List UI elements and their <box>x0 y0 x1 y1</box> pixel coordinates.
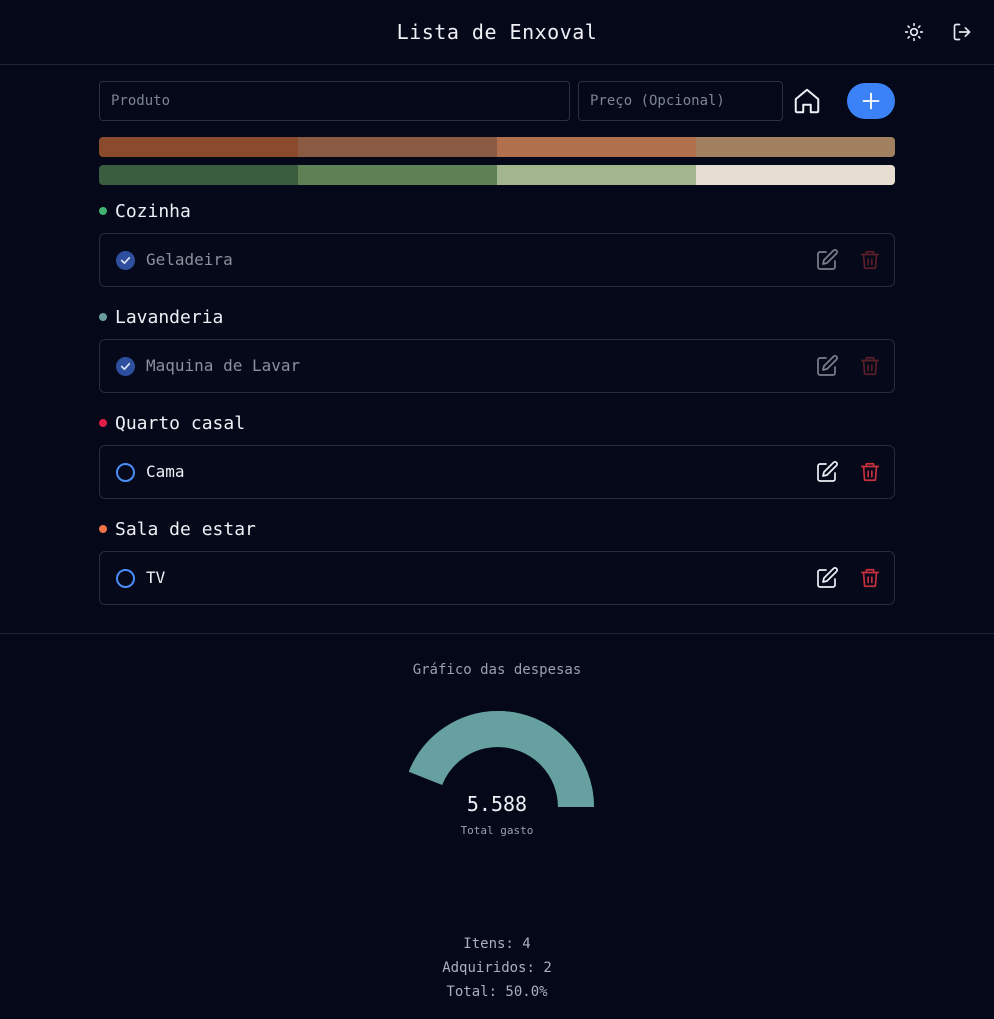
item-checkbox[interactable] <box>116 569 135 588</box>
edit-icon <box>817 461 838 482</box>
trash-icon <box>860 462 880 482</box>
color-swatch[interactable] <box>99 137 298 157</box>
delete-item-button[interactable] <box>858 248 882 272</box>
logout-icon <box>953 23 971 41</box>
list-item: Maquina de Lavar <box>99 339 895 393</box>
category-select-button[interactable] <box>792 85 822 117</box>
edit-item-button[interactable] <box>815 566 839 590</box>
add-item-button[interactable] <box>847 83 895 119</box>
item-checkbox[interactable] <box>116 357 135 376</box>
category-name: Lavanderia <box>115 306 224 328</box>
color-swatch[interactable] <box>298 137 497 157</box>
color-swatch[interactable] <box>497 137 696 157</box>
category-header: Cozinha <box>99 200 191 222</box>
item-name: Maquina de Lavar <box>146 356 301 375</box>
sun-icon <box>904 22 924 42</box>
item-name: Geladeira <box>146 250 233 269</box>
stat-acquired: Adquiridos: 2 <box>442 960 552 976</box>
total-spent-label: Total gasto <box>460 824 534 837</box>
page-title: Lista de Enxoval <box>396 20 598 44</box>
price-input[interactable] <box>578 81 783 121</box>
edit-item-button[interactable] <box>815 460 839 484</box>
color-palette-warm <box>99 137 895 157</box>
edit-item-button[interactable] <box>815 248 839 272</box>
color-swatch[interactable] <box>298 165 497 185</box>
stat-total: Total: 50.0% <box>446 984 548 1000</box>
edit-icon <box>817 355 838 376</box>
color-swatch[interactable] <box>696 137 895 157</box>
category-dot <box>99 525 107 533</box>
chart-title: Gráfico das despesas <box>412 662 582 678</box>
category-name: Quarto casal <box>115 412 246 434</box>
color-palette-green <box>99 165 895 185</box>
edit-icon <box>817 249 838 270</box>
category-header: Quarto casal <box>99 412 246 434</box>
category-name: Cozinha <box>115 200 191 222</box>
item-checkbox[interactable] <box>116 463 135 482</box>
total-spent-value: 5.588 <box>466 792 528 816</box>
category-dot <box>99 419 107 427</box>
category-dot <box>99 313 107 321</box>
list-item: TV <box>99 551 895 605</box>
check-icon <box>120 256 131 265</box>
color-swatch[interactable] <box>696 165 895 185</box>
color-swatch[interactable] <box>99 165 298 185</box>
trash-icon <box>860 568 880 588</box>
edit-item-button[interactable] <box>815 354 839 378</box>
item-checkbox[interactable] <box>116 251 135 270</box>
section-divider <box>0 633 994 634</box>
logout-button[interactable] <box>949 19 975 45</box>
item-name: TV <box>146 568 166 587</box>
edit-icon <box>817 567 838 588</box>
theme-toggle-button[interactable] <box>901 19 927 45</box>
category-name: Sala de estar <box>115 518 256 540</box>
trash-icon <box>860 250 880 270</box>
item-name: Cama <box>146 462 185 481</box>
category-header: Lavanderia <box>99 306 224 328</box>
category-dot <box>99 207 107 215</box>
color-swatch[interactable] <box>497 165 696 185</box>
list-item: Geladeira <box>99 233 895 287</box>
list-item: Cama <box>99 445 895 499</box>
app-header: Lista de Enxoval <box>0 0 994 65</box>
delete-item-button[interactable] <box>858 566 882 590</box>
check-icon <box>120 362 131 371</box>
trash-icon <box>860 356 880 376</box>
delete-item-button[interactable] <box>858 460 882 484</box>
home-icon <box>794 88 820 114</box>
category-header: Sala de estar <box>99 518 256 540</box>
add-item-form <box>99 81 895 121</box>
stat-items: Itens: 4 <box>463 936 531 952</box>
product-input[interactable] <box>99 81 570 121</box>
plus-icon <box>862 92 880 110</box>
delete-item-button[interactable] <box>858 354 882 378</box>
